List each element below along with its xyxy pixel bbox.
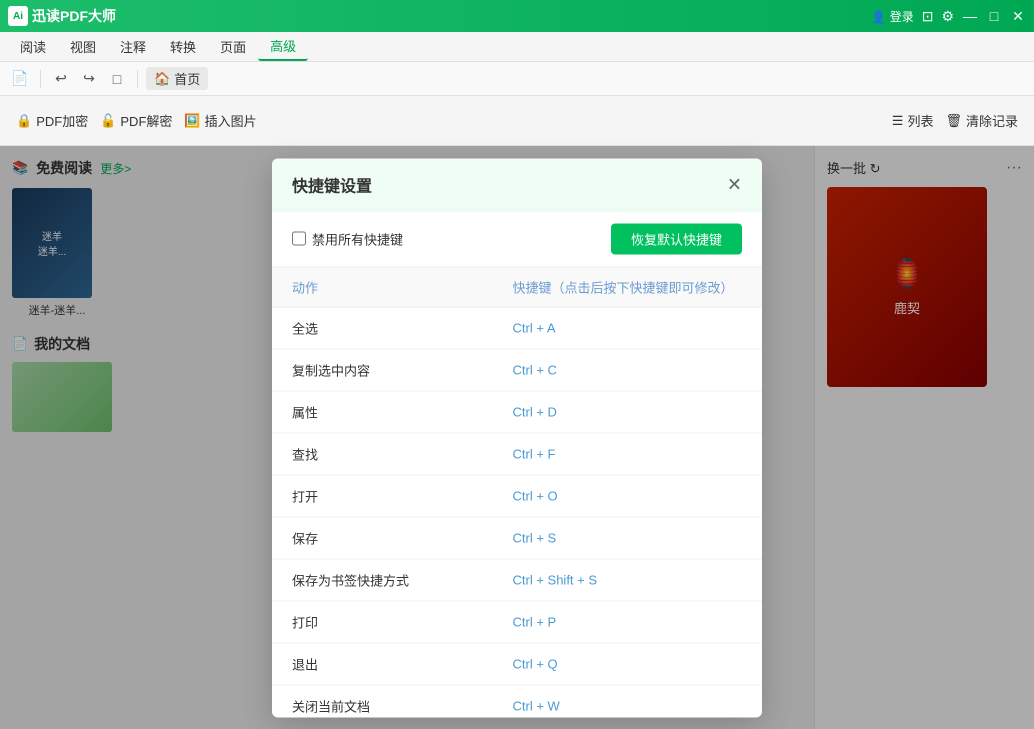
toolbar-divider-1 — [40, 70, 41, 88]
col-action-header: 动作 — [272, 267, 493, 307]
maximize-button[interactable]: □ — [986, 8, 1002, 24]
home-icon: 🏠 — [154, 71, 170, 87]
broadcast-icon[interactable]: ⊡ — [922, 8, 934, 25]
table-row[interactable]: 全选 Ctrl + A — [272, 307, 762, 349]
shortcut-table: 动作 快捷键（点击后按下快捷键即可修改） 全选 Ctrl + A 复制选中内容 … — [272, 267, 762, 717]
table-row[interactable]: 退出 Ctrl + Q — [272, 643, 762, 685]
new-file-icon[interactable]: 📄 — [8, 67, 32, 91]
disable-all-checkbox[interactable] — [292, 232, 306, 246]
table-row[interactable]: 打印 Ctrl + P — [272, 601, 762, 643]
toolbar: 📄 ↩ ↪ □ 🏠 首页 — [0, 62, 1034, 96]
disable-all-text: 禁用所有快捷键 — [312, 229, 403, 248]
table-row[interactable]: 打开 Ctrl + O — [272, 475, 762, 517]
shortcut-cell[interactable]: Ctrl + F — [493, 433, 763, 475]
table-row[interactable]: 保存 Ctrl + S — [272, 517, 762, 559]
menu-bar: 阅读 视图 注释 转换 页面 高级 — [0, 32, 1034, 62]
shortcut-cell[interactable]: Ctrl + Shift + S — [493, 559, 763, 601]
list-view-btn[interactable]: ☰ 列表 — [892, 111, 934, 130]
shortcut-cell[interactable]: Ctrl + C — [493, 349, 763, 391]
app-name: 迅读PDF大师 — [32, 6, 116, 26]
toolbar-divider-2 — [137, 70, 138, 88]
pdf-decrypt-label: PDF解密 — [120, 111, 172, 130]
window-controls: 👤 登录 ⊡ ⚙ — □ ✕ — [871, 8, 1026, 25]
save-icon[interactable]: □ — [105, 67, 129, 91]
menu-view[interactable]: 视图 — [58, 33, 108, 60]
action-cell: 保存 — [272, 517, 493, 559]
minimize-button[interactable]: — — [962, 8, 978, 24]
pdf-encrypt-btn[interactable]: 🔒 PDF加密 — [16, 111, 88, 130]
login-button[interactable]: 👤 登录 — [871, 8, 913, 25]
action-cell: 复制选中内容 — [272, 349, 493, 391]
lock-icon: 🔒 — [16, 113, 32, 129]
shortcut-cell[interactable]: Ctrl + D — [493, 391, 763, 433]
shortcut-cell[interactable]: Ctrl + O — [493, 475, 763, 517]
close-button[interactable]: ✕ — [1010, 8, 1026, 24]
dialog-close-button[interactable]: ✕ — [727, 175, 742, 193]
menu-convert[interactable]: 转换 — [158, 33, 208, 60]
main-area: 📚 免费阅读 更多> 迷羊迷羊... 迷羊-迷羊... 📄 我的文档 换一批 — [0, 146, 1034, 729]
list-label: 列表 — [907, 111, 933, 130]
table-row[interactable]: 属性 Ctrl + D — [272, 391, 762, 433]
unlock-icon: 🔓 — [100, 113, 116, 129]
home-tab[interactable]: 🏠 首页 — [146, 67, 208, 90]
menu-page[interactable]: 页面 — [208, 33, 258, 60]
image-icon: 🖼️ — [184, 113, 200, 129]
clear-icon: 🗑 — [945, 113, 962, 129]
action-cell: 打印 — [272, 601, 493, 643]
pdf-encrypt-label: PDF加密 — [36, 111, 88, 130]
insert-image-btn[interactable]: 🖼️ 插入图片 — [184, 111, 256, 130]
action-cell: 关闭当前文档 — [272, 685, 493, 718]
logo-icon: Ai — [8, 6, 28, 26]
shortcut-cell[interactable]: Ctrl + W — [493, 685, 763, 718]
action-cell: 打开 — [272, 475, 493, 517]
shortcut-cell[interactable]: Ctrl + A — [493, 307, 763, 349]
col-shortcut-header: 快捷键（点击后按下快捷键即可修改） — [493, 267, 763, 307]
home-label: 首页 — [174, 69, 200, 88]
shortcut-table-container[interactable]: 动作 快捷键（点击后按下快捷键即可修改） 全选 Ctrl + A 复制选中内容 … — [272, 267, 762, 717]
shortcut-cell[interactable]: Ctrl + S — [493, 517, 763, 559]
clear-label: 清除记录 — [966, 111, 1018, 130]
shortcut-cell[interactable]: Ctrl + P — [493, 601, 763, 643]
table-row[interactable]: 保存为书签快捷方式 Ctrl + Shift + S — [272, 559, 762, 601]
pdf-decrypt-btn[interactable]: 🔓 PDF解密 — [100, 111, 172, 130]
action-cell: 查找 — [272, 433, 493, 475]
menu-annotation[interactable]: 注释 — [108, 33, 158, 60]
disable-all-label[interactable]: 禁用所有快捷键 — [292, 229, 403, 248]
menu-read[interactable]: 阅读 — [8, 33, 58, 60]
undo-icon[interactable]: ↩ — [49, 67, 73, 91]
insert-image-label: 插入图片 — [205, 111, 257, 130]
dialog-toolbar: 禁用所有快捷键 恢复默认快捷键 — [272, 211, 762, 267]
title-bar: Ai 迅读PDF大师 👤 登录 ⊡ ⚙ — □ ✕ — [0, 0, 1034, 32]
clear-records-btn[interactable]: 🗑 清除记录 — [945, 111, 1018, 130]
redo-icon[interactable]: ↪ — [77, 67, 101, 91]
shortcut-cell[interactable]: Ctrl + Q — [493, 643, 763, 685]
app-logo[interactable]: Ai 迅读PDF大师 — [8, 6, 116, 26]
action-cell: 全选 — [272, 307, 493, 349]
shortcut-dialog: 快捷键设置 ✕ 禁用所有快捷键 恢复默认快捷键 动作 快捷键（点击后按下快捷键即… — [272, 158, 762, 717]
dialog-header: 快捷键设置 ✕ — [272, 158, 762, 211]
action-cell: 保存为书签快捷方式 — [272, 559, 493, 601]
dialog-title: 快捷键设置 — [292, 172, 372, 196]
action-cell: 属性 — [272, 391, 493, 433]
list-icon: ☰ — [892, 113, 904, 129]
sec-toolbar: 🔒 PDF加密 🔓 PDF解密 🖼️ 插入图片 ☰ 列表 🗑 清除记录 — [0, 96, 1034, 146]
table-row[interactable]: 关闭当前文档 Ctrl + W — [272, 685, 762, 718]
action-cell: 退出 — [272, 643, 493, 685]
settings-icon[interactable]: ⚙ — [941, 8, 954, 25]
menu-advanced[interactable]: 高级 — [258, 32, 308, 61]
reset-shortcuts-button[interactable]: 恢复默认快捷键 — [611, 223, 742, 254]
table-row[interactable]: 复制选中内容 Ctrl + C — [272, 349, 762, 391]
table-row[interactable]: 查找 Ctrl + F — [272, 433, 762, 475]
